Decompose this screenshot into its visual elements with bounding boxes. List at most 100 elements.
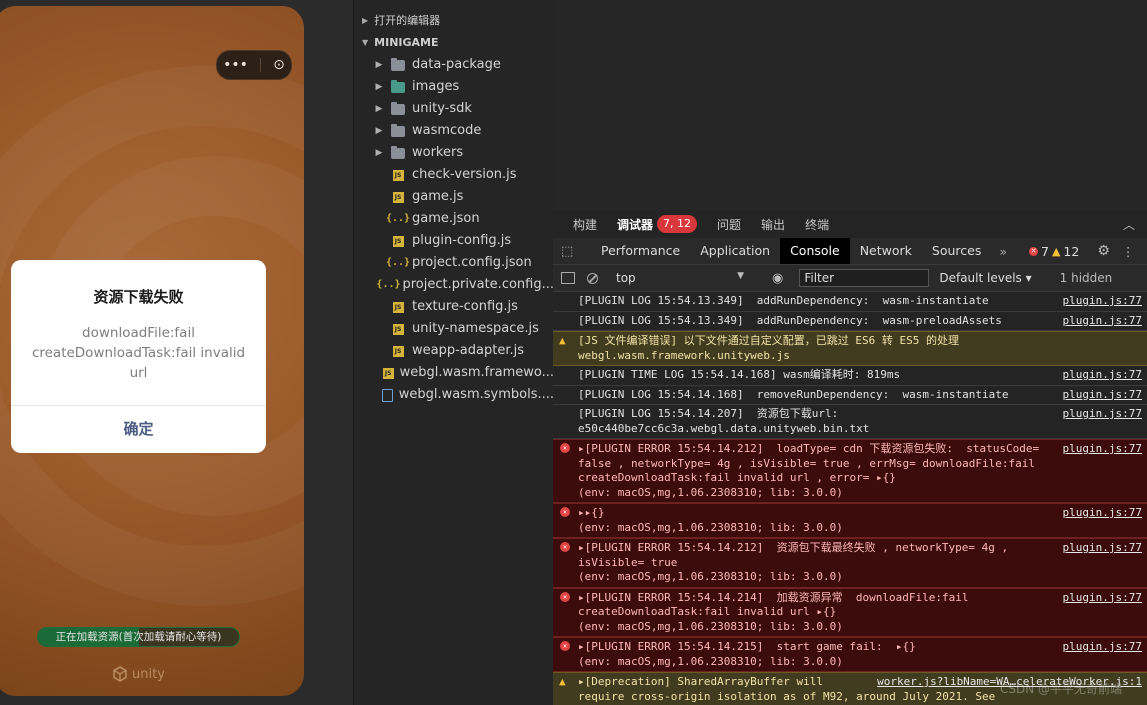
more-tabs-button[interactable]: » — [991, 244, 1015, 259]
source-link[interactable]: plugin.js:77 — [1063, 407, 1142, 422]
error-dialog: 资源下载失败 downloadFile:fail createDownloadT… — [11, 260, 266, 453]
source-link[interactable]: plugin.js:77 — [1063, 368, 1142, 383]
chevron-right-icon: ▶ — [375, 104, 383, 114]
console-message-text[interactable]: [PLUGIN TIME LOG 15:54.14.168] wasm编译耗时:… — [578, 368, 900, 381]
tab-debugger[interactable]: 调试器 — [617, 216, 653, 233]
tab-sources[interactable]: Sources — [922, 238, 991, 264]
tree-item-label: images — [412, 79, 460, 94]
chevron-up-icon[interactable]: ︿ — [1123, 216, 1135, 233]
project-section[interactable]: ▼ MINIGAME — [354, 32, 554, 54]
console-message-text[interactable]: ▸[PLUGIN ERROR 15:54.14.212] 资源包下载最终失败 ,… — [578, 541, 1008, 583]
inspect-icon[interactable]: ⬚ — [561, 244, 579, 259]
console-output: [PLUGIN LOG 15:54.13.349] addRunDependen… — [553, 292, 1147, 705]
console-message-text[interactable]: ▸[PLUGIN ERROR 15:54.14.212] loadType= c… — [578, 442, 1039, 499]
capsule-divider — [260, 58, 262, 72]
source-link[interactable]: plugin.js:77 — [1063, 294, 1142, 309]
phone-screen: ••• ⊙ 资源下载失败 downloadFile:fail createDow… — [0, 6, 304, 696]
gear-icon[interactable]: ⚙ — [1097, 243, 1110, 259]
source-link[interactable]: plugin.js:77 — [1063, 442, 1142, 457]
js-file-icon: JS — [390, 190, 406, 204]
issue-counts[interactable]: ✕ 7 ▲ 12 — [1029, 244, 1079, 259]
tab-performance[interactable]: Performance — [591, 238, 690, 264]
tree-item[interactable]: webgl.wasm.symbols.... — [354, 384, 554, 406]
tree-item[interactable]: ▶ images — [354, 76, 554, 98]
source-link[interactable]: plugin.js:77 — [1063, 591, 1142, 606]
console-message: ✕ ▸[PLUGIN ERROR 15:54.14.214] 加载资源异常 dow… — [553, 587, 1147, 637]
tab-application[interactable]: Application — [690, 238, 780, 264]
tree-item[interactable]: JS check-version.js — [354, 164, 554, 186]
js-badge: JS — [392, 191, 404, 203]
eye-icon[interactable]: ◉ — [772, 271, 783, 286]
console-message-text[interactable]: ▸▸{} (env: macOS,mg,1.06.2308310; lib: 3… — [578, 506, 843, 534]
console-message-text[interactable]: ▸[PLUGIN ERROR 15:54.14.214] 加载资源异常 down… — [578, 591, 969, 633]
tree-item[interactable]: ▶ data-package — [354, 54, 554, 76]
error-icon: ✕ — [560, 591, 570, 602]
tree-item[interactable]: JS weapp-adapter.js — [354, 340, 554, 362]
log-levels-dropdown[interactable]: Default levels ▾ — [939, 271, 1031, 285]
tree-item-label: project.private.config... — [402, 277, 554, 292]
tree-item-label: webgl.wasm.framewo... — [399, 365, 554, 380]
folder-icon — [390, 57, 406, 72]
tree-item-label: weapp-adapter.js — [412, 343, 524, 358]
source-link[interactable]: plugin.js:77 — [1063, 541, 1142, 556]
tree-item[interactable]: JS game.js — [354, 186, 554, 208]
tree-item[interactable]: {..} game.json — [354, 208, 554, 230]
tree-item[interactable]: JS texture-config.js — [354, 296, 554, 318]
tab-network[interactable]: Network — [850, 238, 922, 264]
chevron-right-icon: ▶ — [375, 126, 383, 136]
more-icon[interactable]: ••• — [223, 57, 248, 73]
tree-item-label: webgl.wasm.symbols.... — [398, 387, 554, 402]
tree-item[interactable]: ▶ wasmcode — [354, 120, 554, 142]
tab-problems[interactable]: 问题 — [717, 216, 741, 233]
kebab-menu-icon[interactable]: ⋮ — [1122, 244, 1135, 259]
unity-icon — [113, 666, 127, 682]
source-link[interactable]: plugin.js:77 — [1063, 506, 1142, 521]
tab-output[interactable]: 输出 — [761, 216, 785, 233]
project-label: MINIGAME — [374, 36, 439, 49]
tree-item-label: workers — [412, 145, 464, 160]
console-message: ▲ [JS 文件编译错误] 以下文件通过自定义配置，已跳过 ES6 转 ES5 的… — [553, 331, 1147, 366]
error-icon: ✕ — [560, 641, 570, 651]
clear-console-icon[interactable] — [587, 272, 598, 284]
console-message-text[interactable]: [PLUGIN LOG 15:54.13.349] addRunDependen… — [578, 314, 1002, 327]
js-badge: JS — [392, 323, 404, 335]
tree-item-label: plugin-config.js — [412, 233, 512, 248]
error-icon: ✕ — [560, 542, 570, 552]
tree-item-label: game.json — [412, 211, 480, 226]
tree-item-label: data-package — [412, 57, 501, 72]
context-selector[interactable]: top ▼ — [616, 271, 744, 285]
tree-item[interactable]: JS webgl.wasm.framewo... — [354, 362, 554, 384]
open-editors-section[interactable]: ▶ 打开的编辑器 — [354, 10, 554, 32]
tab-console[interactable]: Console — [780, 238, 850, 264]
console-message-text[interactable]: [PLUGIN LOG 15:54.14.168] removeRunDepen… — [578, 388, 1008, 401]
console-message-text[interactable]: ▸[PLUGIN ERROR 15:54.14.215] start game … — [578, 640, 916, 668]
tree-item[interactable]: {..} project.config.json — [354, 252, 554, 274]
tab-build[interactable]: 构建 — [573, 216, 597, 233]
source-link[interactable]: plugin.js:77 — [1063, 640, 1142, 655]
source-link[interactable]: plugin.js:77 — [1063, 314, 1142, 329]
tree-item-label: game.js — [412, 189, 464, 204]
error-icon: ✕ — [560, 507, 570, 517]
console-message-text[interactable]: [JS 文件编译错误] 以下文件通过自定义配置，已跳过 ES6 转 ES5 的处… — [578, 334, 959, 362]
source-link[interactable]: plugin.js:77 — [1063, 388, 1142, 403]
tab-terminal[interactable]: 终端 — [805, 216, 829, 233]
console-message: [PLUGIN LOG 15:54.14.168] removeRunDepen… — [553, 386, 1147, 405]
sidebar-toggle-icon[interactable] — [561, 272, 575, 284]
console-message-text[interactable]: [PLUGIN LOG 15:54.13.349] addRunDependen… — [578, 294, 989, 307]
confirm-button[interactable]: 确定 — [11, 406, 266, 453]
js-badge: JS — [382, 367, 394, 379]
js-file-icon: JS — [390, 300, 406, 314]
filter-input[interactable] — [799, 269, 930, 287]
tree-item[interactable]: ▶ unity-sdk — [354, 98, 554, 120]
console-message-text[interactable]: [PLUGIN LOG 15:54.14.207] 资源包下载url: e50c… — [578, 407, 869, 435]
tree-item[interactable]: ▶ workers — [354, 142, 554, 164]
console-message: ✕ ▸[PLUGIN ERROR 15:54.14.215] start game… — [553, 637, 1147, 672]
capsule-menu: ••• ⊙ — [216, 50, 292, 80]
tree-item[interactable]: {..} project.private.config... — [354, 274, 554, 296]
tree-item[interactable]: JS plugin-config.js — [354, 230, 554, 252]
console-message: ✕ ▸[PLUGIN ERROR 15:54.14.212] loadType= … — [553, 439, 1147, 503]
close-icon[interactable]: ⊙ — [273, 57, 285, 73]
tree-item-label: texture-config.js — [412, 299, 518, 314]
chevron-down-icon: ▼ — [362, 38, 369, 47]
tree-item[interactable]: JS unity-namespace.js — [354, 318, 554, 340]
